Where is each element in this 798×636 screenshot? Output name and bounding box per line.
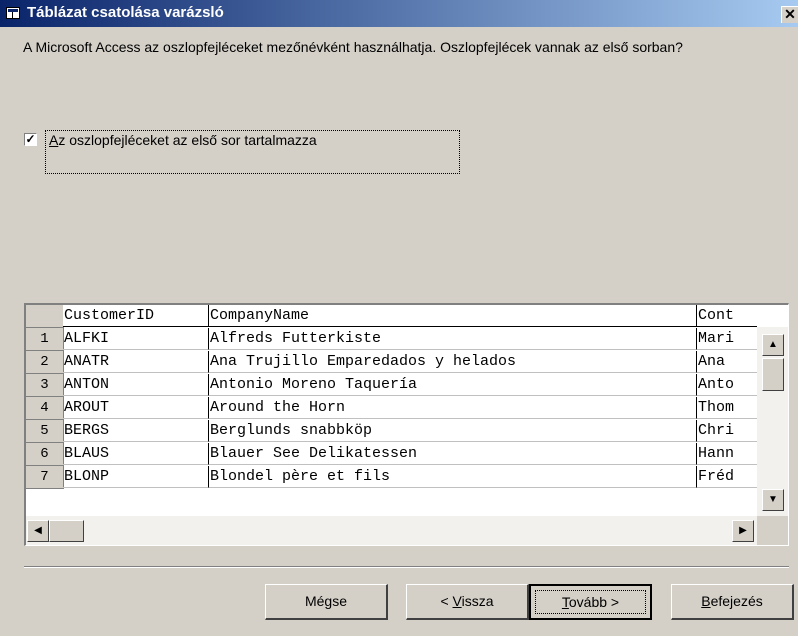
close-button[interactable]: ✕ (781, 6, 798, 23)
table-row: 6 BLAUS Blauer See Delikatessen Hann (26, 443, 757, 466)
preview-grid[interactable]: CustomerID CompanyName Cont 1 ALFKI Alfr… (24, 303, 789, 546)
prompt-text: A Microsoft Access az oszlopfejléceket m… (23, 39, 683, 55)
header-row: CustomerID CompanyName Cont (26, 305, 757, 328)
column-header[interactable]: Cont (697, 305, 757, 327)
finish-button[interactable]: Befejezés (671, 584, 794, 620)
cell-contact: Anto (697, 374, 757, 396)
horizontal-scroll-thumb[interactable] (49, 520, 84, 542)
cell-customerid: ANTON (63, 374, 209, 396)
row-number: 3 (26, 374, 64, 397)
cell-customerid: AROUT (63, 397, 209, 419)
table-row: 1 ALFKI Alfreds Futterkiste Mari (26, 328, 757, 351)
cell-companyname: Antonio Moreno Taquería (209, 374, 697, 396)
cell-customerid: BLAUS (63, 443, 209, 465)
corner-cell (26, 305, 64, 328)
table-row: 2 ANATR Ana Trujillo Emparedados y helad… (26, 351, 757, 374)
scroll-down-button[interactable]: ▼ (762, 489, 784, 511)
row-number: 1 (26, 328, 64, 351)
row-number: 4 (26, 397, 64, 420)
table-icon (6, 7, 20, 19)
column-header[interactable]: CompanyName (209, 305, 697, 327)
column-header[interactable]: CustomerID (63, 305, 209, 327)
back-accelerator: V (452, 593, 462, 609)
scroll-left-button[interactable]: ◀ (27, 520, 49, 542)
cell-customerid: BERGS (63, 420, 209, 442)
grid-cells: CustomerID CompanyName Cont 1 ALFKI Alfr… (26, 305, 757, 516)
cell-contact: Thom (697, 397, 757, 419)
table-row: 4 AROUT Around the Horn Thom (26, 397, 757, 420)
back-label: issza (461, 593, 494, 609)
table-row: 5 BERGS Berglunds snabbköp Chri (26, 420, 757, 443)
cell-contact: Chri (697, 420, 757, 442)
cell-contact: Ana (697, 351, 757, 373)
cell-companyname: Berglunds snabbköp (209, 420, 697, 442)
table-row: 3 ANTON Antonio Moreno Taquería Anto (26, 374, 757, 397)
cell-companyname: Blondel père et fils (209, 466, 697, 488)
vertical-scroll-thumb[interactable] (762, 358, 784, 391)
scroll-up-button[interactable]: ▲ (762, 334, 784, 356)
label-text: z oszlopfejléceket az első sor tartalmaz… (58, 132, 317, 148)
accelerator-key: A (49, 132, 59, 148)
back-prefix: < (440, 593, 453, 609)
title-bar: Táblázat csatolása varázsló ✕ (0, 0, 798, 27)
row-number: 2 (26, 351, 64, 374)
cell-companyname: Ana Trujillo Emparedados y helados (209, 351, 697, 373)
back-button[interactable]: < Vissza (406, 584, 529, 620)
header-checkbox-label[interactable]: Az oszlopfejléceket az első sor tartalma… (45, 130, 460, 174)
row-number: 6 (26, 443, 64, 466)
scroll-right-button[interactable]: ▶ (732, 520, 754, 542)
cell-contact: Fréd (697, 466, 757, 488)
cell-customerid: ALFKI (63, 328, 209, 350)
cell-contact: Hann (697, 443, 757, 465)
cell-companyname: Blauer See Delikatessen (209, 443, 697, 465)
vertical-scrollbar[interactable]: ▲ ▼ (757, 327, 788, 516)
cell-customerid: BLONP (63, 466, 209, 488)
scrollbar-corner (757, 516, 788, 545)
table-row: 7 BLONP Blondel père et fils Fréd (26, 466, 757, 489)
next-button[interactable]: Tovább > (529, 584, 652, 620)
cancel-button[interactable]: Mégse (265, 584, 388, 620)
separator (24, 566, 789, 568)
cell-contact: Mari (697, 328, 757, 350)
finish-accelerator: B (701, 593, 711, 609)
focus-rect (535, 590, 646, 614)
header-checkbox[interactable]: ✓ (24, 133, 37, 146)
cell-companyname: Alfreds Futterkiste (209, 328, 697, 350)
finish-label: efejezés (710, 593, 763, 609)
cell-companyname: Around the Horn (209, 397, 697, 419)
row-number: 5 (26, 420, 64, 443)
horizontal-scrollbar[interactable]: ◀ ▶ (26, 516, 757, 545)
row-number: 7 (26, 466, 64, 489)
window-title: Táblázat csatolása varázsló (27, 4, 224, 21)
cell-customerid: ANATR (63, 351, 209, 373)
cancel-label: Mégse (304, 593, 348, 609)
